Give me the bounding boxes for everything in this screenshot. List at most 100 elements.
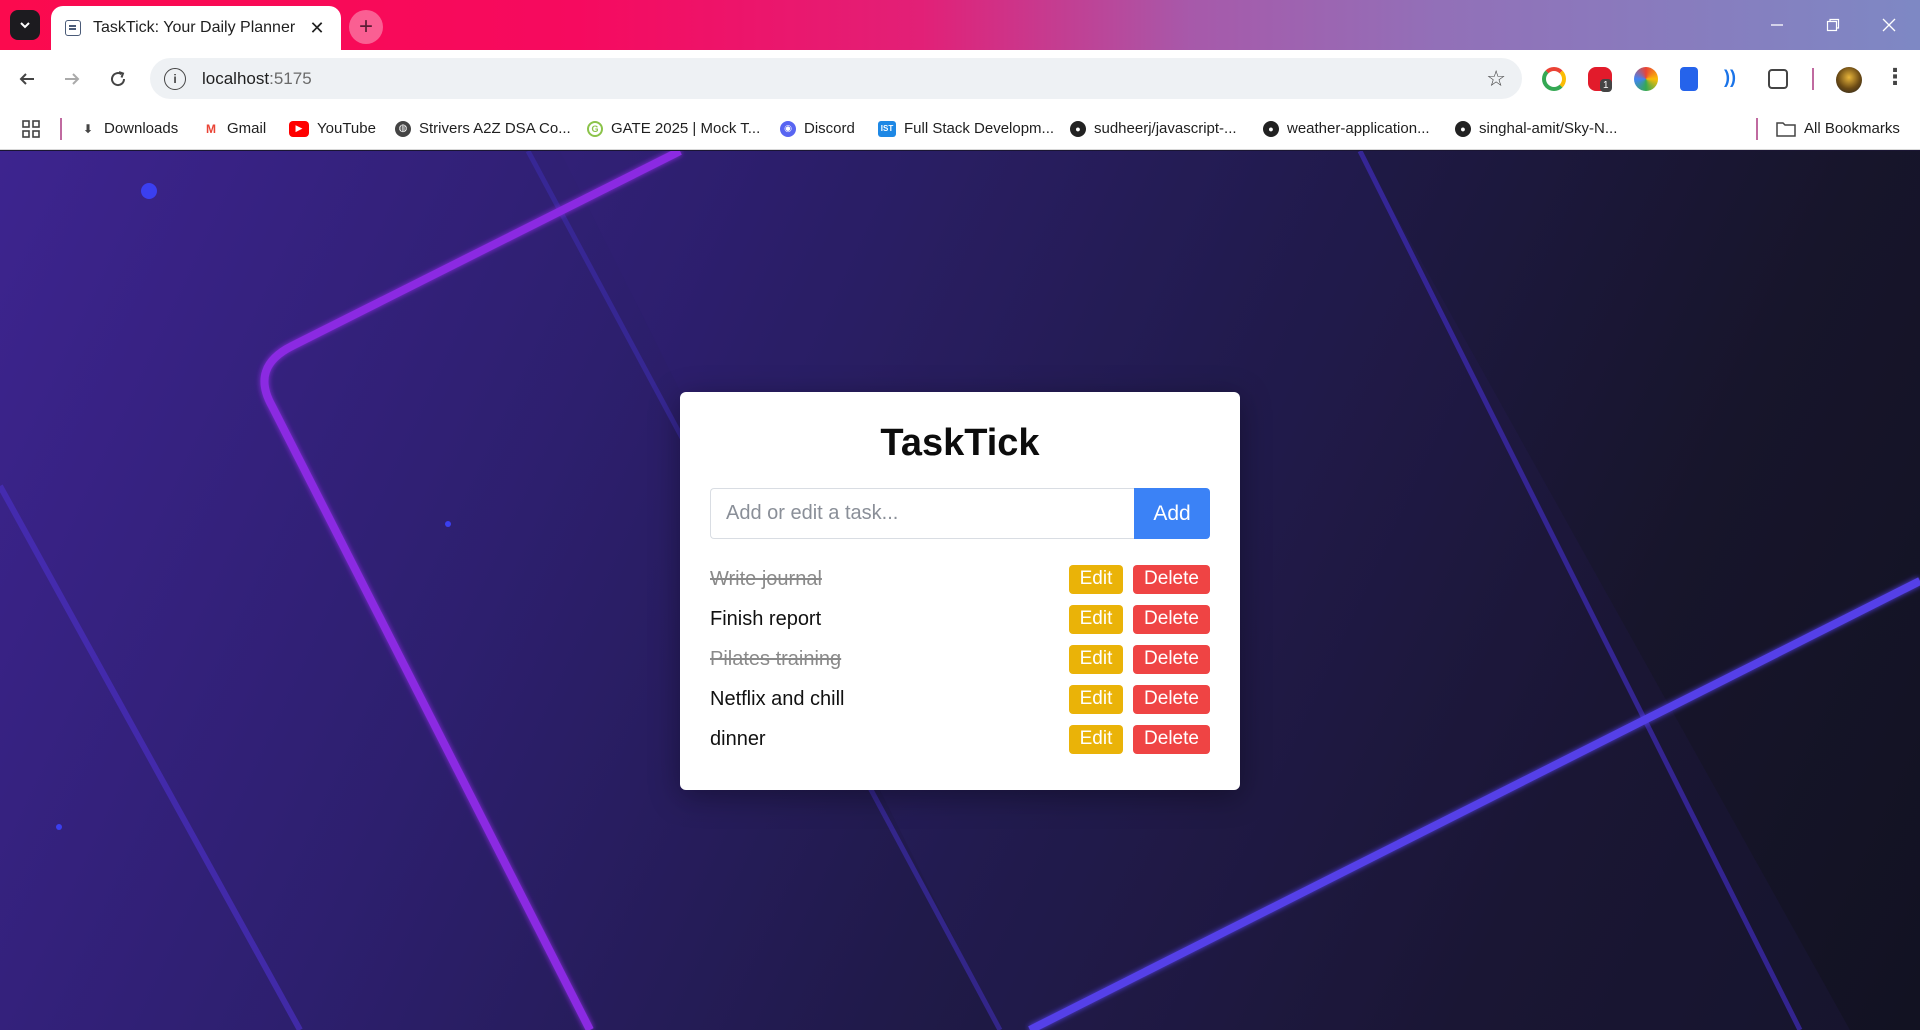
delete-task-button[interactable]: Delete bbox=[1133, 684, 1210, 714]
tab-title: TaskTick: Your Daily Planner bbox=[93, 19, 296, 36]
close-icon bbox=[1882, 18, 1896, 32]
delete-task-button[interactable]: Delete bbox=[1133, 604, 1210, 634]
bookmark-discord[interactable]: ◉ Discord bbox=[780, 107, 855, 150]
url-host: localhost bbox=[202, 68, 270, 88]
discord-icon: ◉ bbox=[780, 120, 796, 137]
chevron-down-icon bbox=[20, 22, 30, 29]
bookmark-strivers[interactable]: ◍ Strivers A2Z DSA Co... bbox=[395, 107, 571, 150]
arrow-left-icon bbox=[19, 73, 34, 85]
gate-icon: G bbox=[587, 120, 603, 137]
more-menu-icon[interactable]: ⋮ bbox=[1884, 66, 1908, 91]
task-text[interactable]: dinner bbox=[710, 728, 1069, 751]
github-icon: ● bbox=[1455, 120, 1471, 137]
globe-icon: ◍ bbox=[395, 120, 411, 137]
download-icon: ⬇ bbox=[82, 121, 94, 136]
bookmark-label: singhal-amit/Sky-N... bbox=[1479, 120, 1618, 137]
bookmark-sky-n[interactable]: ● singhal-amit/Sky-N... bbox=[1455, 107, 1617, 150]
task-item: dinner Edit Delete bbox=[710, 719, 1210, 759]
edit-task-button[interactable]: Edit bbox=[1069, 684, 1123, 714]
site-info-icon[interactable]: i bbox=[164, 67, 186, 90]
decor-dot bbox=[445, 521, 451, 527]
delete-task-button[interactable]: Delete bbox=[1133, 564, 1210, 594]
task-text[interactable]: Write journal bbox=[710, 568, 1069, 591]
address-bar[interactable]: i localhost:5175 ☆ bbox=[150, 58, 1522, 99]
delete-task-button[interactable]: Delete bbox=[1133, 724, 1210, 754]
reload-icon bbox=[111, 71, 126, 87]
gmail-icon: M bbox=[206, 121, 216, 136]
delete-task-button[interactable]: Delete bbox=[1133, 644, 1210, 674]
security-extension-icon[interactable]: 1 bbox=[1588, 67, 1612, 92]
back-button[interactable] bbox=[12, 64, 42, 94]
task-text[interactable]: Pilates training bbox=[710, 648, 1069, 671]
bookmark-gate[interactable]: G GATE 2025 | Mock T... bbox=[587, 107, 760, 150]
edit-task-button[interactable]: Edit bbox=[1069, 644, 1123, 674]
puzzle-extensions-icon[interactable] bbox=[1768, 69, 1788, 89]
page-viewport: TaskTick Add Write journal Edit Delete F… bbox=[0, 151, 1920, 1030]
youtube-icon: ▶ bbox=[289, 120, 309, 137]
google-extension-icon[interactable] bbox=[1542, 67, 1566, 91]
bookmarks-divider bbox=[60, 118, 62, 140]
bookmark-weather-app[interactable]: ● weather-application... bbox=[1263, 107, 1430, 150]
arrow-right-icon bbox=[65, 73, 80, 85]
task-list: Write journal Edit Delete Finish report … bbox=[710, 559, 1210, 759]
browser-toolbar: i localhost:5175 ☆ 1 )) ⋮ bbox=[0, 50, 1920, 107]
read-aloud-extension-icon[interactable]: )) bbox=[1724, 67, 1748, 91]
all-bookmarks-button[interactable]: All Bookmarks bbox=[1776, 107, 1900, 150]
browser-titlebar: TaskTick: Your Daily Planner ✕ + bbox=[0, 0, 1920, 50]
url-port: :5175 bbox=[269, 68, 312, 88]
restore-icon bbox=[1826, 18, 1840, 32]
profile-avatar[interactable] bbox=[1836, 67, 1862, 93]
bookmark-label: GATE 2025 | Mock T... bbox=[611, 120, 761, 137]
bookmark-label: Downloads bbox=[104, 120, 179, 137]
new-tab-button[interactable]: + bbox=[349, 10, 383, 44]
task-item: Write journal Edit Delete bbox=[710, 559, 1210, 599]
task-item: Finish report Edit Delete bbox=[710, 599, 1210, 639]
app-title: TaskTick bbox=[880, 422, 1040, 464]
bookmarks-divider bbox=[1756, 118, 1758, 140]
bookmark-star-icon[interactable]: ☆ bbox=[1486, 66, 1506, 92]
minimize-window-button[interactable] bbox=[1754, 10, 1800, 40]
task-text[interactable]: Finish report bbox=[710, 608, 1069, 631]
edit-task-button[interactable]: Edit bbox=[1069, 564, 1123, 594]
bookmark-label: sudheerj/javascript-... bbox=[1094, 120, 1237, 137]
bookmark-label: YouTube bbox=[317, 120, 376, 137]
minimize-icon bbox=[1771, 24, 1783, 26]
edit-task-button[interactable]: Edit bbox=[1069, 724, 1123, 754]
bookmark-label: Gmail bbox=[227, 120, 267, 137]
extension-badge: 1 bbox=[1600, 79, 1612, 92]
task-text[interactable]: Netflix and chill bbox=[710, 688, 1069, 711]
bookmark-gmail[interactable]: M Gmail bbox=[203, 107, 266, 150]
apps-grid-icon[interactable] bbox=[22, 107, 40, 150]
task-item: Pilates training Edit Delete bbox=[710, 639, 1210, 679]
decor-dot bbox=[141, 183, 157, 199]
github-icon: ● bbox=[1070, 120, 1086, 137]
bookmarks-bar: ⬇ Downloads M Gmail ▶ YouTube ◍ Strivers A2Z… bbox=[0, 107, 1920, 150]
tasktick-card: TaskTick Add Write journal Edit Delete F… bbox=[680, 392, 1240, 790]
add-task-button[interactable]: Add bbox=[1134, 488, 1210, 539]
tab-search-button[interactable] bbox=[10, 10, 40, 40]
close-window-button[interactable] bbox=[1866, 10, 1912, 40]
forward-button[interactable] bbox=[57, 64, 87, 94]
bookmark-downloads[interactable]: ⬇ Downloads bbox=[80, 107, 178, 150]
folder-icon bbox=[1776, 121, 1796, 137]
bookmark-label: Discord bbox=[804, 120, 855, 137]
task-item: Netflix and chill Edit Delete bbox=[710, 679, 1210, 719]
page-favicon-icon bbox=[65, 20, 81, 36]
edit-task-button[interactable]: Edit bbox=[1069, 604, 1123, 634]
bookmark-sudheerj[interactable]: ● sudheerj/javascript-... bbox=[1070, 107, 1237, 150]
doc-extension-icon[interactable] bbox=[1680, 67, 1698, 91]
task-input[interactable] bbox=[710, 488, 1134, 539]
browser-tab-active[interactable]: TaskTick: Your Daily Planner ✕ bbox=[51, 6, 341, 50]
reload-button[interactable] bbox=[103, 64, 133, 94]
restore-window-button[interactable] bbox=[1810, 10, 1856, 40]
bookmark-label: weather-application... bbox=[1287, 120, 1430, 137]
all-bookmarks-label: All Bookmarks bbox=[1804, 120, 1900, 137]
bookmark-youtube[interactable]: ▶ YouTube bbox=[289, 107, 376, 150]
github-icon: ● bbox=[1263, 120, 1279, 137]
color-extension-icon[interactable] bbox=[1634, 67, 1658, 91]
bookmark-label: Strivers A2Z DSA Co... bbox=[419, 120, 571, 137]
bookmark-label: Full Stack Developm... bbox=[904, 120, 1055, 137]
bookmark-full-stack[interactable]: IST Full Stack Developm... bbox=[878, 107, 1054, 150]
close-tab-icon[interactable]: ✕ bbox=[307, 18, 327, 39]
decor-dot bbox=[56, 824, 62, 830]
